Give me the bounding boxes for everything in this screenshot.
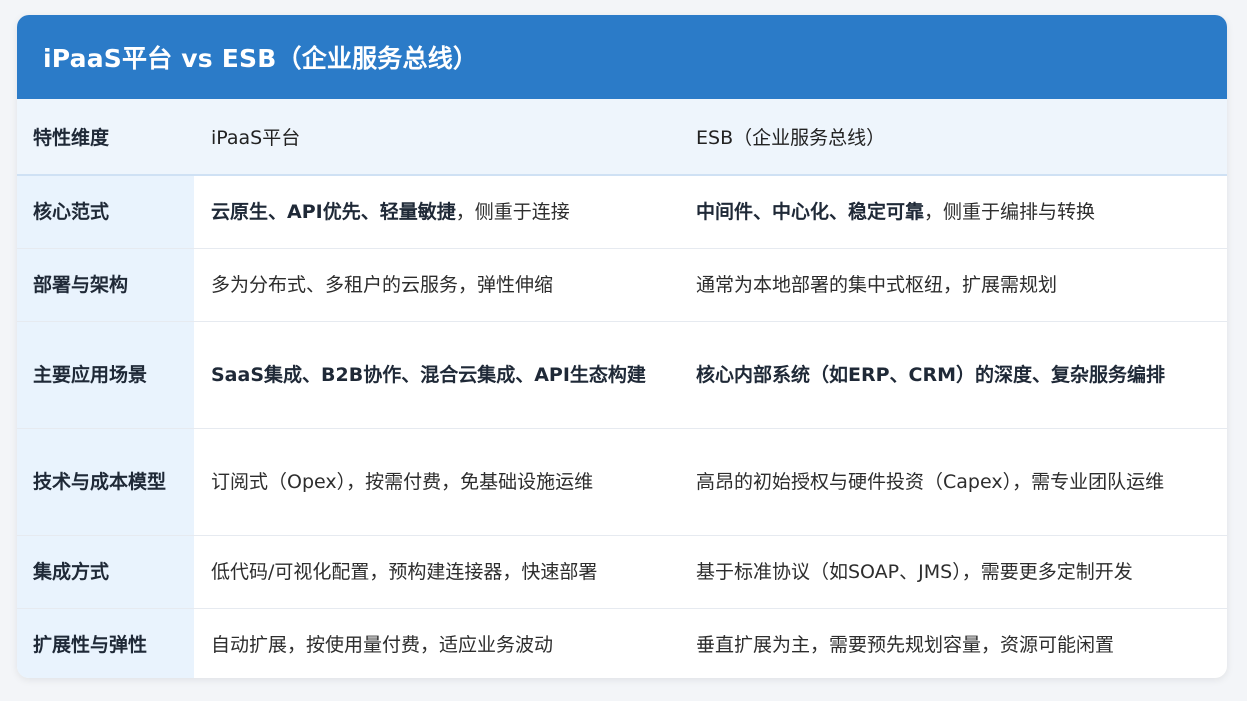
ipaas-cell-text: 多为分布式、多租户的云服务，弹性伸缩: [211, 273, 554, 296]
table-row: 集成方式 低代码/可视化配置，预构建连接器，快速部署 基于标准协议（如SOAP、…: [17, 535, 1227, 609]
esb-cell: 中间件、中心化、稳定可靠，侧重于编排与转换: [679, 175, 1227, 249]
ipaas-cell-text: 自动扩展，按使用量付费，适应业务波动: [211, 634, 554, 656]
ipaas-cell: 订阅式（Opex），按需付费，免基础设施运维: [194, 428, 679, 536]
esb-cell-text: 基于标准协议（如SOAP、JMS），需要更多定制开发: [696, 560, 1133, 583]
column-header-dimension: 特性维度: [17, 99, 194, 176]
row-dimension: 扩展性与弹性: [17, 608, 194, 678]
esb-cell: 基于标准协议（如SOAP、JMS），需要更多定制开发: [679, 535, 1227, 609]
esb-cell-text: 垂直扩展为主，需要预先规划容量，资源可能闲置: [696, 634, 1115, 656]
esb-cell-text: ，侧重于编排与转换: [924, 200, 1096, 223]
ipaas-cell: 多为分布式、多租户的云服务，弹性伸缩: [194, 248, 679, 322]
esb-cell: 高昂的初始授权与硬件投资（Capex），需专业团队运维: [679, 428, 1227, 536]
esb-cell-bold: 中间件、中心化、稳定可靠: [696, 200, 925, 223]
table-row: 部署与架构 多为分布式、多租户的云服务，弹性伸缩 通常为本地部署的集中式枢纽，扩…: [17, 248, 1227, 322]
ipaas-cell-text: 低代码/可视化配置，预构建连接器，快速部署: [211, 560, 598, 583]
row-dimension: 部署与架构: [17, 248, 194, 322]
page-title: iPaaS平台 vs ESB（企业服务总线）: [43, 44, 479, 73]
ipaas-cell-bold: 云原生、API优先、轻量敏捷: [211, 200, 456, 223]
ipaas-cell: 低代码/可视化配置，预构建连接器，快速部署: [194, 535, 679, 609]
comparison-card: iPaaS平台 vs ESB（企业服务总线） 特性维度 iPaaS平台 ESB（…: [17, 15, 1227, 678]
column-header-esb: ESB（企业服务总线）: [679, 99, 1227, 176]
row-dimension: 主要应用场景: [17, 321, 194, 429]
esb-cell-text: 通常为本地部署的集中式枢纽，扩展需规划: [696, 273, 1058, 296]
table-row: 核心范式 云原生、API优先、轻量敏捷，侧重于连接 中间件、中心化、稳定可靠，侧…: [17, 175, 1227, 249]
esb-cell: 垂直扩展为主，需要预先规划容量，资源可能闲置: [679, 609, 1227, 679]
table-row: 扩展性与弹性 自动扩展，按使用量付费，适应业务波动 垂直扩展为主，需要预先规划容…: [17, 608, 1227, 679]
column-header-ipaas: iPaaS平台: [194, 99, 679, 176]
ipaas-cell-text: 订阅式（Opex），按需付费，免基础设施运维: [211, 470, 594, 493]
esb-cell: 通常为本地部署的集中式枢纽，扩展需规划: [679, 248, 1227, 322]
table-row: 主要应用场景 SaaS集成、B2B协作、混合云集成、API生态构建 核心内部系统…: [17, 321, 1227, 429]
ipaas-cell: 云原生、API优先、轻量敏捷，侧重于连接: [194, 175, 679, 249]
table-row: 技术与成本模型 订阅式（Opex），按需付费，免基础设施运维 高昂的初始授权与硬…: [17, 428, 1227, 536]
esb-cell: 核心内部系统（如ERP、CRM）的深度、复杂服务编排: [679, 321, 1227, 429]
esb-cell-bold: 核心内部系统（如ERP、CRM）的深度、复杂服务编排: [696, 363, 1166, 386]
ipaas-cell-text: ，侧重于连接: [455, 200, 570, 223]
ipaas-cell: 自动扩展，按使用量付费，适应业务波动: [194, 609, 679, 679]
ipaas-cell-bold: SaaS集成、B2B协作、混合云集成、API生态构建: [211, 363, 646, 386]
title-bar: iPaaS平台 vs ESB（企业服务总线）: [17, 15, 1227, 99]
row-dimension: 核心范式: [17, 175, 194, 249]
row-dimension: 集成方式: [17, 535, 194, 609]
row-dimension: 技术与成本模型: [17, 428, 194, 536]
table-header-row: 特性维度 iPaaS平台 ESB（企业服务总线）: [17, 99, 1227, 176]
esb-cell-text: 高昂的初始授权与硬件投资（Capex），需专业团队运维: [696, 470, 1165, 493]
comparison-table: 特性维度 iPaaS平台 ESB（企业服务总线） 核心范式 云原生、API优先、…: [17, 99, 1227, 678]
ipaas-cell: SaaS集成、B2B协作、混合云集成、API生态构建: [194, 321, 679, 429]
